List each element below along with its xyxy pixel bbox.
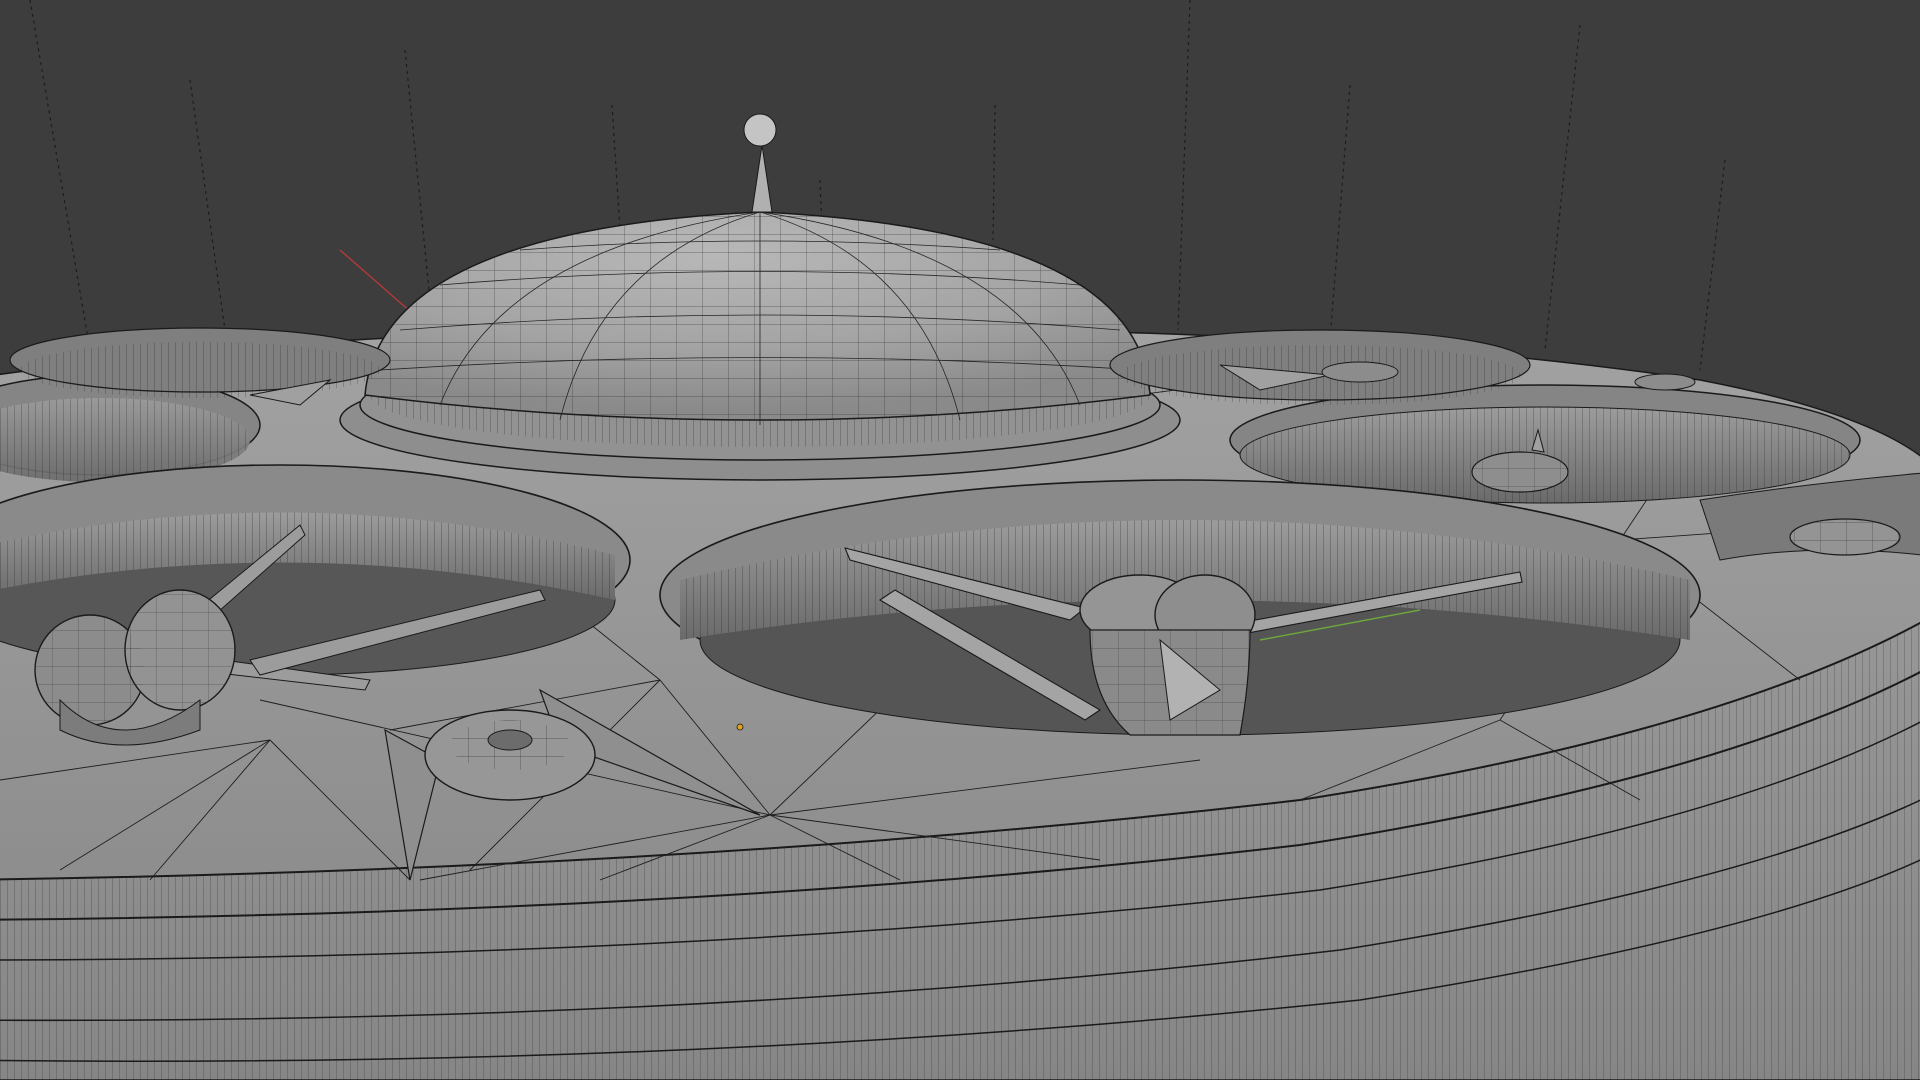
object-origin-marker[interactable] (736, 723, 744, 731)
central-dome (364, 211, 1151, 425)
antenna (743, 113, 777, 213)
viewport-scene[interactable] (0, 0, 1920, 1080)
cone-spike-right (1789, 518, 1901, 556)
antenna-ball (743, 113, 777, 147)
3d-viewport[interactable] (0, 0, 1920, 1080)
